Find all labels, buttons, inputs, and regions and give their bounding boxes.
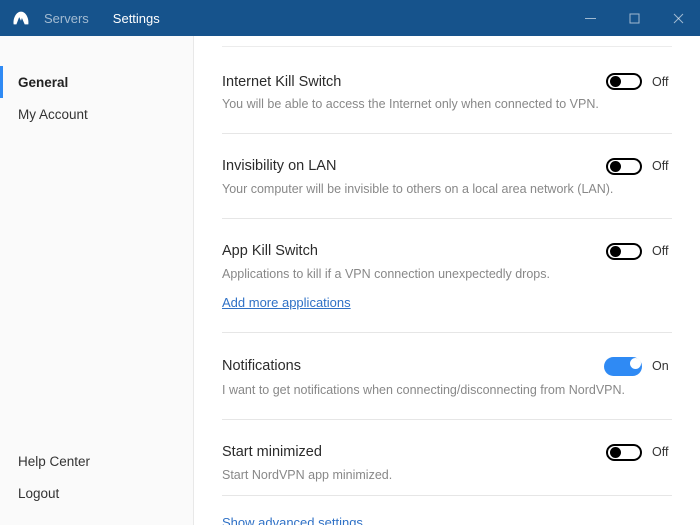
titlebar: Servers Settings xyxy=(0,0,700,36)
toggle-internet-kill-switch[interactable] xyxy=(606,73,642,90)
toggle-state-label: Off xyxy=(652,75,672,89)
settings-panel: Internet Kill Switch Off You will be abl… xyxy=(194,36,700,525)
toggle-state-label: Off xyxy=(652,244,672,258)
sidebar-item-my-account[interactable]: My Account xyxy=(0,98,193,130)
setting-app-kill-switch: App Kill Switch Off Applications to kill… xyxy=(222,243,672,333)
setting-description: You will be able to access the Internet … xyxy=(222,96,672,113)
minimize-button[interactable] xyxy=(568,0,612,36)
toggle-invisibility-lan[interactable] xyxy=(606,158,642,175)
setting-title: Internet Kill Switch xyxy=(222,74,606,90)
tab-settings[interactable]: Settings xyxy=(113,11,160,26)
tab-servers[interactable]: Servers xyxy=(44,11,89,26)
close-button[interactable] xyxy=(656,0,700,36)
add-more-applications-link[interactable]: Add more applications xyxy=(222,295,351,310)
setting-description: Applications to kill if a VPN connection… xyxy=(222,266,672,283)
setting-title: App Kill Switch xyxy=(222,243,606,259)
toggle-state-label: Off xyxy=(652,159,672,173)
setting-description: Your computer will be invisible to other… xyxy=(222,181,672,198)
sidebar-item-logout[interactable]: Logout xyxy=(0,477,193,509)
maximize-button[interactable] xyxy=(612,0,656,36)
show-advanced-settings-link[interactable]: Show advanced settings xyxy=(222,515,363,525)
toggle-start-minimized[interactable] xyxy=(606,444,642,461)
setting-title: Invisibility on LAN xyxy=(222,158,606,174)
setting-description: I want to get notifications when connect… xyxy=(222,382,672,399)
setting-internet-kill-switch: Internet Kill Switch Off You will be abl… xyxy=(222,73,672,134)
toggle-app-kill-switch[interactable] xyxy=(606,243,642,260)
sidebar: General My Account Help Center Logout xyxy=(0,36,194,525)
header-tabs: Servers Settings xyxy=(44,11,160,26)
sidebar-item-general[interactable]: General xyxy=(0,66,193,98)
setting-start-minimized: Start minimized Off Start NordVPN app mi… xyxy=(222,444,672,490)
toggle-notifications[interactable] xyxy=(604,357,642,376)
nordvpn-logo-icon xyxy=(10,7,32,29)
toggle-state-label: On xyxy=(652,359,672,373)
toggle-state-label: Off xyxy=(652,445,672,459)
sidebar-item-help-center[interactable]: Help Center xyxy=(0,445,193,477)
setting-invisibility-lan: Invisibility on LAN Off Your computer wi… xyxy=(222,158,672,219)
window-controls xyxy=(568,0,700,36)
setting-description: Start NordVPN app minimized. xyxy=(222,467,672,484)
setting-title: Start minimized xyxy=(222,444,606,460)
setting-title: Notifications xyxy=(222,358,604,374)
setting-notifications: Notifications On I want to get notificat… xyxy=(222,357,672,420)
